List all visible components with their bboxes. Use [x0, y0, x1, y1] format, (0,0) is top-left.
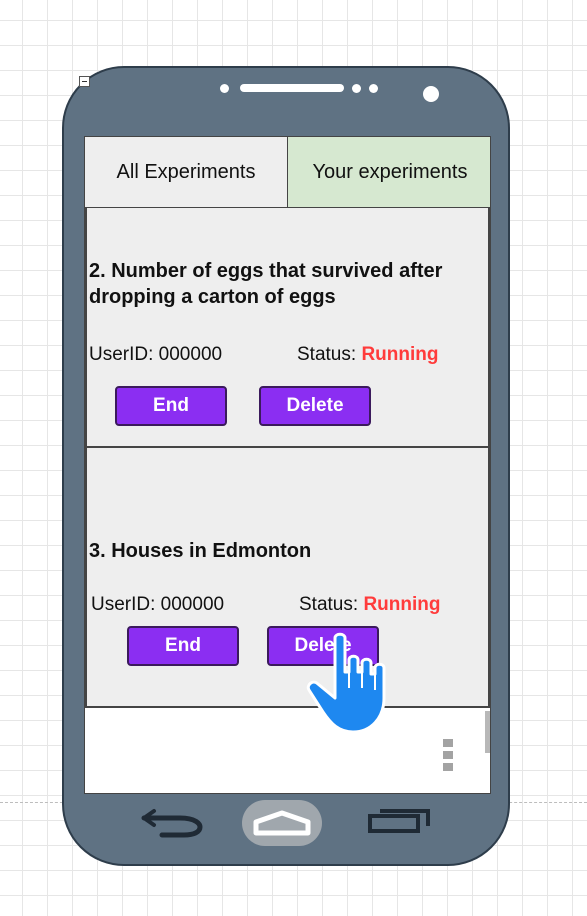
- experiment-title: 2. Number of eggs that survived after dr…: [89, 260, 443, 308]
- home-button[interactable]: [242, 800, 322, 846]
- tab-all-experiments[interactable]: All Experiments: [85, 137, 288, 208]
- status-label: Status:: [297, 344, 357, 365]
- user-id: UserID: 000000: [91, 594, 225, 615]
- back-arrow-icon[interactable]: [140, 808, 206, 838]
- tab-your-experiments[interactable]: Your experiments: [288, 137, 490, 208]
- status-value: Running: [363, 594, 441, 615]
- sensor-dot: [220, 84, 229, 93]
- end-button[interactable]: End: [115, 386, 227, 426]
- front-camera: [423, 86, 439, 102]
- speaker-grille: [240, 84, 344, 92]
- status-value: Running: [361, 344, 439, 365]
- status: Status: Running: [299, 594, 440, 616]
- home-icon: [253, 810, 311, 836]
- experiment-title: 3. Houses in Edmonton: [89, 540, 312, 562]
- scrollbar[interactable]: [485, 711, 490, 753]
- status: Status: Running: [297, 344, 438, 366]
- phone-screen: All Experiments Your experiments 2. Numb…: [84, 136, 491, 794]
- experiment-card: 2. Number of eggs that survived after dr…: [85, 208, 490, 448]
- sensor-dot: [369, 84, 378, 93]
- recent-apps-icon[interactable]: [366, 808, 432, 834]
- status-label: Status:: [299, 594, 359, 615]
- sensor-dot: [352, 84, 361, 93]
- collapse-toggle-icon[interactable]: [79, 76, 90, 87]
- hand-pointer-icon: [306, 632, 386, 734]
- end-button[interactable]: End: [127, 626, 239, 666]
- overflow-menu-icon[interactable]: [443, 739, 453, 775]
- experiment-card: 3. Houses in Edmonton UserID: 000000 Sta…: [85, 448, 490, 708]
- delete-button[interactable]: Delete: [259, 386, 371, 426]
- user-id: UserID: 000000: [89, 344, 223, 365]
